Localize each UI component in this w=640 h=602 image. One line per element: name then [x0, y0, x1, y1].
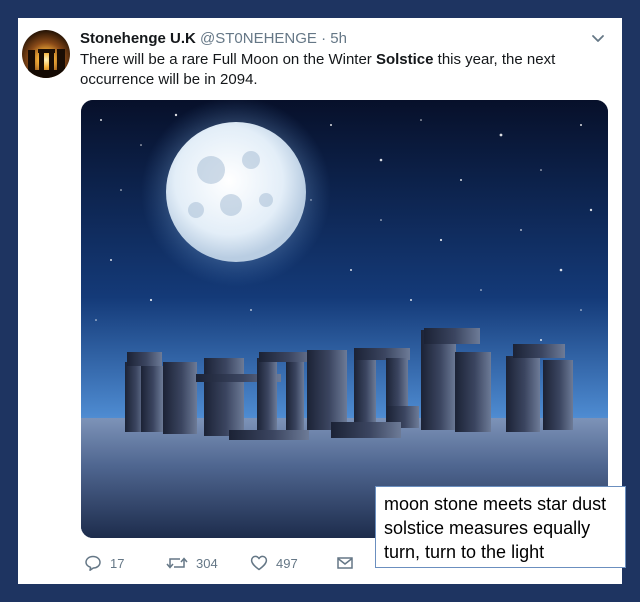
chevron-down-icon[interactable] — [590, 30, 606, 46]
author-handle[interactable]: @ST0NEHENGE — [200, 30, 317, 47]
retweet-button[interactable]: 304 — [166, 552, 218, 574]
reply-icon — [85, 555, 101, 571]
dm-icon — [337, 557, 353, 569]
like-icon — [250, 555, 268, 571]
separator-dot: · — [321, 30, 327, 47]
direct-message-button[interactable] — [336, 552, 362, 574]
poem-line-1: moon stone meets star dust — [384, 494, 607, 514]
like-button[interactable]: 497 — [250, 552, 298, 574]
tweet-text-part1: There will be a rare Full Moon on the Wi… — [80, 51, 376, 68]
reply-count: 17 — [110, 555, 125, 571]
like-count: 497 — [276, 555, 298, 571]
tweet-text: There will be a rare Full Moon on the Wi… — [80, 50, 600, 90]
tweet-media-image[interactable] — [81, 100, 608, 538]
tweet-header: Stonehenge U.K @ST0NEHENGE · 5h — [80, 30, 600, 47]
tweet-action-bar: 17 304 497 — [84, 552, 384, 574]
retweet-count: 304 — [196, 555, 218, 571]
reply-button[interactable]: 17 — [84, 552, 124, 574]
avatar[interactable] — [22, 30, 70, 78]
poem-line-3: turn, turn to the light — [384, 542, 545, 562]
tweet-text-hashtag: Solstice — [375, 51, 434, 68]
author-name[interactable]: Stonehenge U.K — [80, 30, 196, 47]
poem-overlay-textbox: moon stone meets star dust solstice meas… — [375, 486, 626, 568]
poem-line-2: solstice measures equally — [384, 518, 591, 538]
tweet-timestamp[interactable]: 5h — [330, 30, 347, 47]
retweet-icon — [166, 557, 188, 569]
